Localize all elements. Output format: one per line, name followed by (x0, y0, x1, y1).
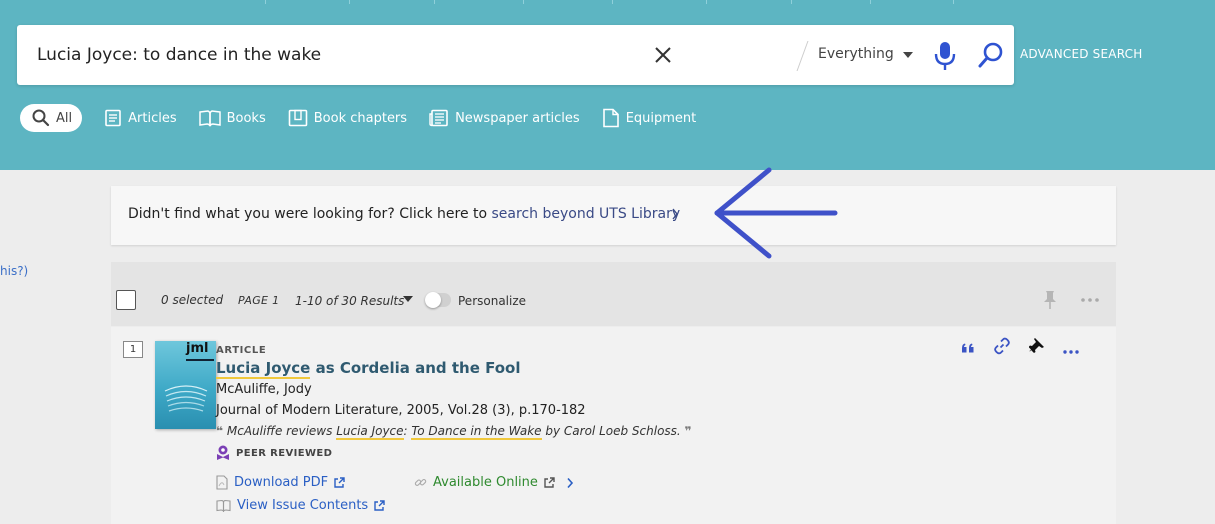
peer-reviewed-label: PEER REVIEWED (236, 447, 333, 459)
available-online-label: Available Online (433, 475, 538, 490)
results-range[interactable]: 1-10 of 30 Results (295, 294, 404, 308)
tab-label: Articles (128, 110, 177, 126)
book-chapter-icon (288, 109, 308, 127)
top-ticks (0, 0, 1215, 4)
microphone-icon[interactable] (934, 41, 956, 71)
pdf-icon (216, 475, 228, 490)
resource-type: ARTICLE (216, 345, 267, 356)
result-actions (961, 337, 1097, 359)
external-link-icon (334, 476, 345, 488)
chevron-right-icon (567, 477, 573, 488)
link-icon (414, 479, 427, 486)
title-highlight: Lucia Joyce (216, 359, 311, 379)
close-icon[interactable] (653, 45, 673, 65)
banner-text: Didn't find what you were looking for? C… (128, 206, 680, 222)
search-beyond-banner: Didn't find what you were looking for? C… (111, 186, 1116, 245)
search-icon (32, 109, 50, 127)
tab-label: Book chapters (313, 110, 408, 126)
snippet-text: McAuliffe reviews (226, 424, 337, 438)
result-item: 1 jml ARTICLE Lucia Joyce as Cordelia an… (111, 327, 1116, 524)
resource-tabs: All Articles Books Book chapters Newspap… (20, 104, 718, 132)
pin-button[interactable] (1028, 337, 1045, 359)
more-options-icon (1063, 349, 1079, 354)
link-icon (994, 337, 1010, 355)
pin-icon (1028, 338, 1044, 353)
tab-label: All (56, 110, 73, 126)
quote-icon (962, 343, 974, 352)
pin-icon[interactable] (1043, 290, 1057, 310)
chevron-right-icon[interactable] (671, 208, 679, 220)
personalize-toggle[interactable] (425, 292, 451, 308)
available-online-link[interactable]: Available Online (414, 475, 575, 490)
typewriter-art (164, 385, 208, 412)
tab-all[interactable]: All (20, 104, 83, 132)
page-label: PAGE 1 (238, 294, 280, 307)
external-link-icon (374, 499, 385, 511)
search-box: Everything (17, 25, 1014, 85)
more-options-icon[interactable] (1081, 298, 1099, 302)
download-pdf-label: Download PDF (234, 475, 329, 490)
snippet-highlight: To Dance in the Wake (411, 424, 542, 440)
tab-equipment[interactable]: Equipment (602, 104, 697, 132)
header: Everything ADVANCED SEARCH All (0, 0, 1215, 170)
tab-book-chapters[interactable]: Book chapters (288, 104, 407, 132)
title-rest: as Cordelia and the Fool (310, 359, 521, 377)
chevron-down-icon[interactable] (403, 296, 413, 302)
tab-label: Newspaper articles (455, 110, 580, 126)
newspaper-icon (429, 109, 448, 127)
banner-message: Didn't find what you were looking for? C… (128, 206, 492, 222)
tab-label: Books (226, 110, 266, 126)
view-issue-contents-link[interactable]: View Issue Contents (216, 498, 385, 513)
result-number[interactable]: 1 (123, 341, 143, 358)
search-beyond-link[interactable]: search beyond UTS Library (492, 206, 681, 222)
permalink-button[interactable] (993, 337, 1011, 359)
cover-title: jml (186, 341, 209, 356)
article-icon (105, 109, 121, 127)
advanced-search-link[interactable]: ADVANCED SEARCH (1020, 47, 1142, 61)
quote-open-icon: ❝ (216, 424, 224, 438)
book-icon (216, 499, 231, 512)
result-title[interactable]: Lucia Joyce as Cordelia and the Fool (216, 359, 521, 379)
left-arrow-annotation (714, 167, 838, 259)
document-icon (602, 108, 619, 128)
search-icon[interactable] (977, 41, 1005, 69)
result-source: Journal of Modern Literature, 2005, Vol.… (216, 403, 586, 418)
cover-bar (186, 359, 214, 361)
selected-count: 0 selected (161, 293, 224, 307)
results-toolbar: 0 selected PAGE 1 1-10 of 30 Results Per… (111, 262, 1116, 326)
peer-reviewed-badge: PEER REVIEWED (216, 445, 332, 461)
did-you-mean-link[interactable]: his?) (0, 264, 28, 278)
search-input[interactable] (37, 41, 637, 69)
tab-books[interactable]: Books (198, 104, 266, 132)
view-issue-label: View Issue Contents (237, 498, 369, 513)
external-link-icon (544, 476, 555, 488)
snippet-text: by Carol Loeb Schloss. (541, 424, 681, 438)
book-icon (198, 110, 221, 127)
tab-articles[interactable]: Articles (104, 104, 177, 132)
result-author: McAuliffe, Jody (216, 382, 312, 397)
cover-thumbnail[interactable]: jml (155, 341, 216, 429)
scope-select[interactable]: Everything (818, 46, 894, 62)
divider (796, 41, 809, 71)
personalize-label: Personalize (458, 294, 527, 308)
select-all-checkbox[interactable] (116, 290, 136, 310)
download-pdf-link[interactable]: Download PDF (216, 475, 345, 490)
tab-newspaper-articles[interactable]: Newspaper articles (429, 104, 580, 132)
citation-button[interactable] (961, 339, 975, 358)
more-actions-button[interactable] (1063, 339, 1079, 358)
chevron-down-icon[interactable] (903, 52, 913, 58)
tab-label: Equipment (625, 110, 697, 126)
quote-close-icon: ❞ (684, 424, 692, 438)
result-snippet: ❝ McAuliffe reviews Lucia Joyce: To Danc… (216, 424, 692, 440)
snippet-highlight: Lucia Joyce (336, 424, 404, 440)
peer-reviewed-icon (217, 445, 229, 460)
